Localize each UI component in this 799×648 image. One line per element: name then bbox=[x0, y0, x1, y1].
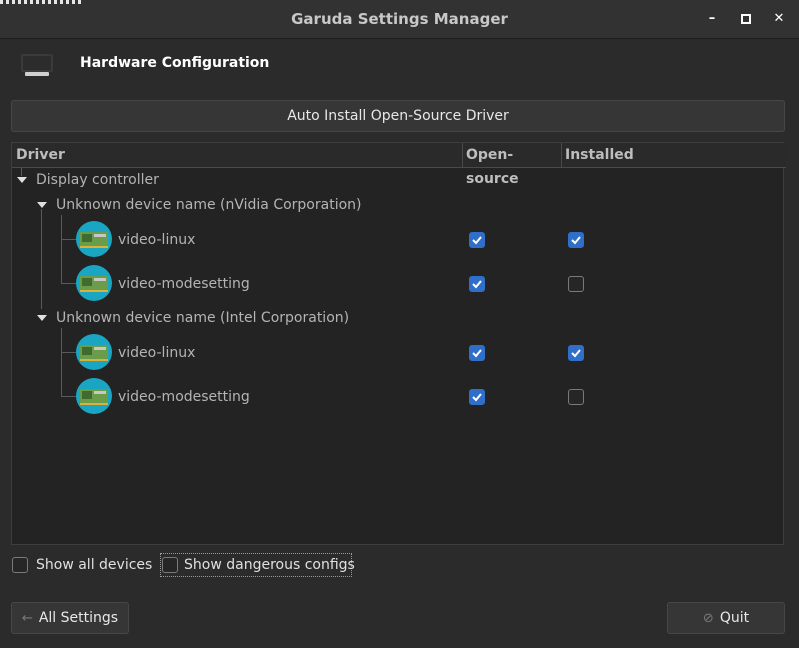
column-header-open-source[interactable]: Open-source bbox=[463, 143, 564, 187]
driver-name[interactable]: video-modesetting bbox=[118, 276, 250, 292]
tree-line bbox=[61, 352, 76, 353]
open-source-checkbox[interactable] bbox=[469, 232, 485, 248]
tree-item-device-intel[interactable]: Unknown device name (Intel Corporation) bbox=[56, 310, 349, 326]
title-bar: Garuda Settings Manager – ✕ bbox=[0, 0, 799, 39]
open-source-checkbox[interactable] bbox=[469, 276, 485, 292]
expander-icon[interactable] bbox=[37, 315, 47, 321]
driver-name[interactable]: video-linux bbox=[118, 232, 195, 248]
graphics-card-icon bbox=[76, 378, 112, 414]
page-title: Hardware Configuration bbox=[80, 55, 270, 71]
show-dangerous-configs-checkbox[interactable] bbox=[162, 557, 178, 573]
maximize-button[interactable] bbox=[737, 10, 755, 28]
installed-checkbox[interactable] bbox=[568, 389, 584, 405]
graphics-card-icon bbox=[76, 334, 112, 370]
quit-label: Quit bbox=[719, 610, 750, 626]
expander-icon[interactable] bbox=[17, 177, 27, 183]
tree-item-device-nvidia[interactable]: Unknown device name (nVidia Corporation) bbox=[56, 197, 362, 213]
installed-checkbox[interactable] bbox=[568, 345, 584, 361]
tree-line bbox=[61, 328, 62, 397]
column-header-driver[interactable]: Driver bbox=[12, 143, 466, 168]
monitor-icon bbox=[19, 50, 55, 80]
quit-button[interactable]: ⊘ Quit bbox=[667, 602, 785, 634]
graphics-card-icon bbox=[76, 221, 112, 257]
tree-line bbox=[41, 209, 42, 309]
open-source-checkbox[interactable] bbox=[469, 345, 485, 361]
expander-icon[interactable] bbox=[37, 202, 47, 208]
tree-line bbox=[61, 283, 76, 284]
open-source-checkbox[interactable] bbox=[469, 389, 485, 405]
all-settings-label: All Settings bbox=[38, 610, 119, 626]
show-dangerous-configs-label[interactable]: Show dangerous configs bbox=[184, 557, 355, 573]
close-window-button[interactable]: ✕ bbox=[770, 10, 788, 28]
driver-name[interactable]: video-linux bbox=[118, 345, 195, 361]
show-all-devices-checkbox[interactable] bbox=[12, 557, 28, 573]
tree-line bbox=[61, 239, 76, 240]
cancel-icon: ⊘ bbox=[702, 611, 714, 626]
tree-line bbox=[61, 215, 62, 284]
window-title: Garuda Settings Manager bbox=[291, 10, 508, 28]
arrow-left-icon: ← bbox=[21, 611, 33, 626]
tree-item-display-controller[interactable]: Display controller bbox=[36, 172, 159, 188]
tree-line bbox=[21, 168, 22, 176]
all-settings-button[interactable]: ← All Settings bbox=[11, 602, 129, 634]
auto-install-button[interactable]: Auto Install Open-Source Driver bbox=[11, 100, 785, 132]
column-header-installed[interactable]: Installed bbox=[562, 143, 786, 168]
installed-checkbox[interactable] bbox=[568, 276, 584, 292]
show-all-devices-label[interactable]: Show all devices bbox=[36, 557, 152, 573]
installed-checkbox[interactable] bbox=[568, 232, 584, 248]
graphics-card-icon bbox=[76, 265, 112, 301]
window-decoration bbox=[0, 0, 82, 4]
driver-name[interactable]: video-modesetting bbox=[118, 389, 250, 405]
tree-line bbox=[61, 396, 76, 397]
minimize-button[interactable]: – bbox=[703, 10, 721, 28]
driver-tree[interactable]: Driver Open-source Installed Display con… bbox=[11, 142, 786, 545]
